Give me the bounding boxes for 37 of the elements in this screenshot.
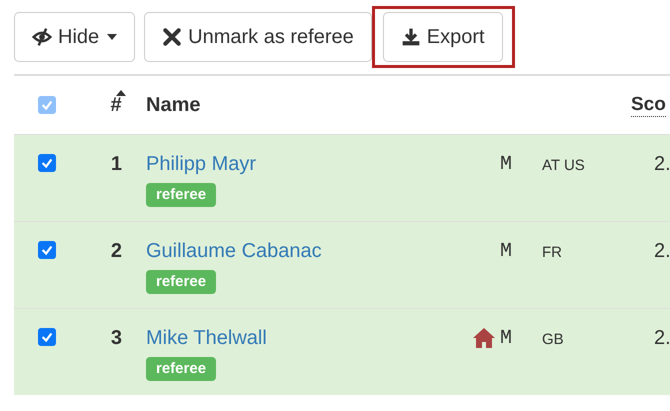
name-link[interactable]: Guillaume Cabanac bbox=[146, 240, 322, 263]
table-row[interactable]: 2 Guillaume Cabanac referee M FR 2. bbox=[14, 221, 670, 308]
score-value: 2. bbox=[654, 327, 670, 350]
referee-badge: referee bbox=[146, 270, 216, 294]
toolbar-button[interactable]: Export bbox=[382, 12, 503, 62]
column-header[interactable]: Name bbox=[146, 94, 200, 116]
checkbox[interactable] bbox=[38, 154, 56, 172]
score-value: 2. bbox=[654, 153, 670, 176]
table-row[interactable]: 3 Mike Thelwall referee M GB 2. bbox=[14, 308, 670, 395]
eye-slash-icon bbox=[32, 27, 52, 47]
gender-text: M bbox=[500, 153, 512, 176]
checkbox[interactable] bbox=[38, 241, 56, 259]
referee-badge: referee bbox=[146, 183, 216, 207]
toolbar-button[interactable]: Unmark as referee bbox=[144, 12, 372, 62]
table-row[interactable]: 1 Philipp Mayr referee M AT US 2. bbox=[14, 134, 670, 221]
toolbar-button[interactable]: Hide bbox=[14, 12, 136, 62]
gender-text: M bbox=[500, 327, 512, 350]
caret-icon bbox=[107, 34, 118, 40]
referee-badge: referee bbox=[146, 357, 216, 381]
close-icon bbox=[162, 27, 182, 47]
column-header[interactable]: Sco bbox=[631, 94, 666, 116]
score-value: 2. bbox=[654, 240, 670, 263]
name-link[interactable]: Philipp Mayr bbox=[146, 153, 256, 176]
column-header[interactable]: # bbox=[110, 94, 122, 116]
checkmark-icon bbox=[40, 330, 54, 344]
country-codes: GB bbox=[542, 331, 564, 348]
row-number: 3 bbox=[110, 327, 122, 350]
row-number: 2 bbox=[110, 240, 122, 263]
name-link[interactable]: Mike Thelwall bbox=[146, 327, 267, 350]
download-icon bbox=[400, 27, 421, 47]
checkmark-icon bbox=[40, 243, 54, 257]
row-number: 1 bbox=[110, 153, 122, 176]
gender-text: M bbox=[500, 240, 512, 263]
country-codes: FR bbox=[542, 244, 562, 261]
checkmark-icon bbox=[40, 156, 54, 170]
checkbox[interactable] bbox=[38, 328, 56, 346]
country-codes: AT US bbox=[542, 157, 585, 174]
